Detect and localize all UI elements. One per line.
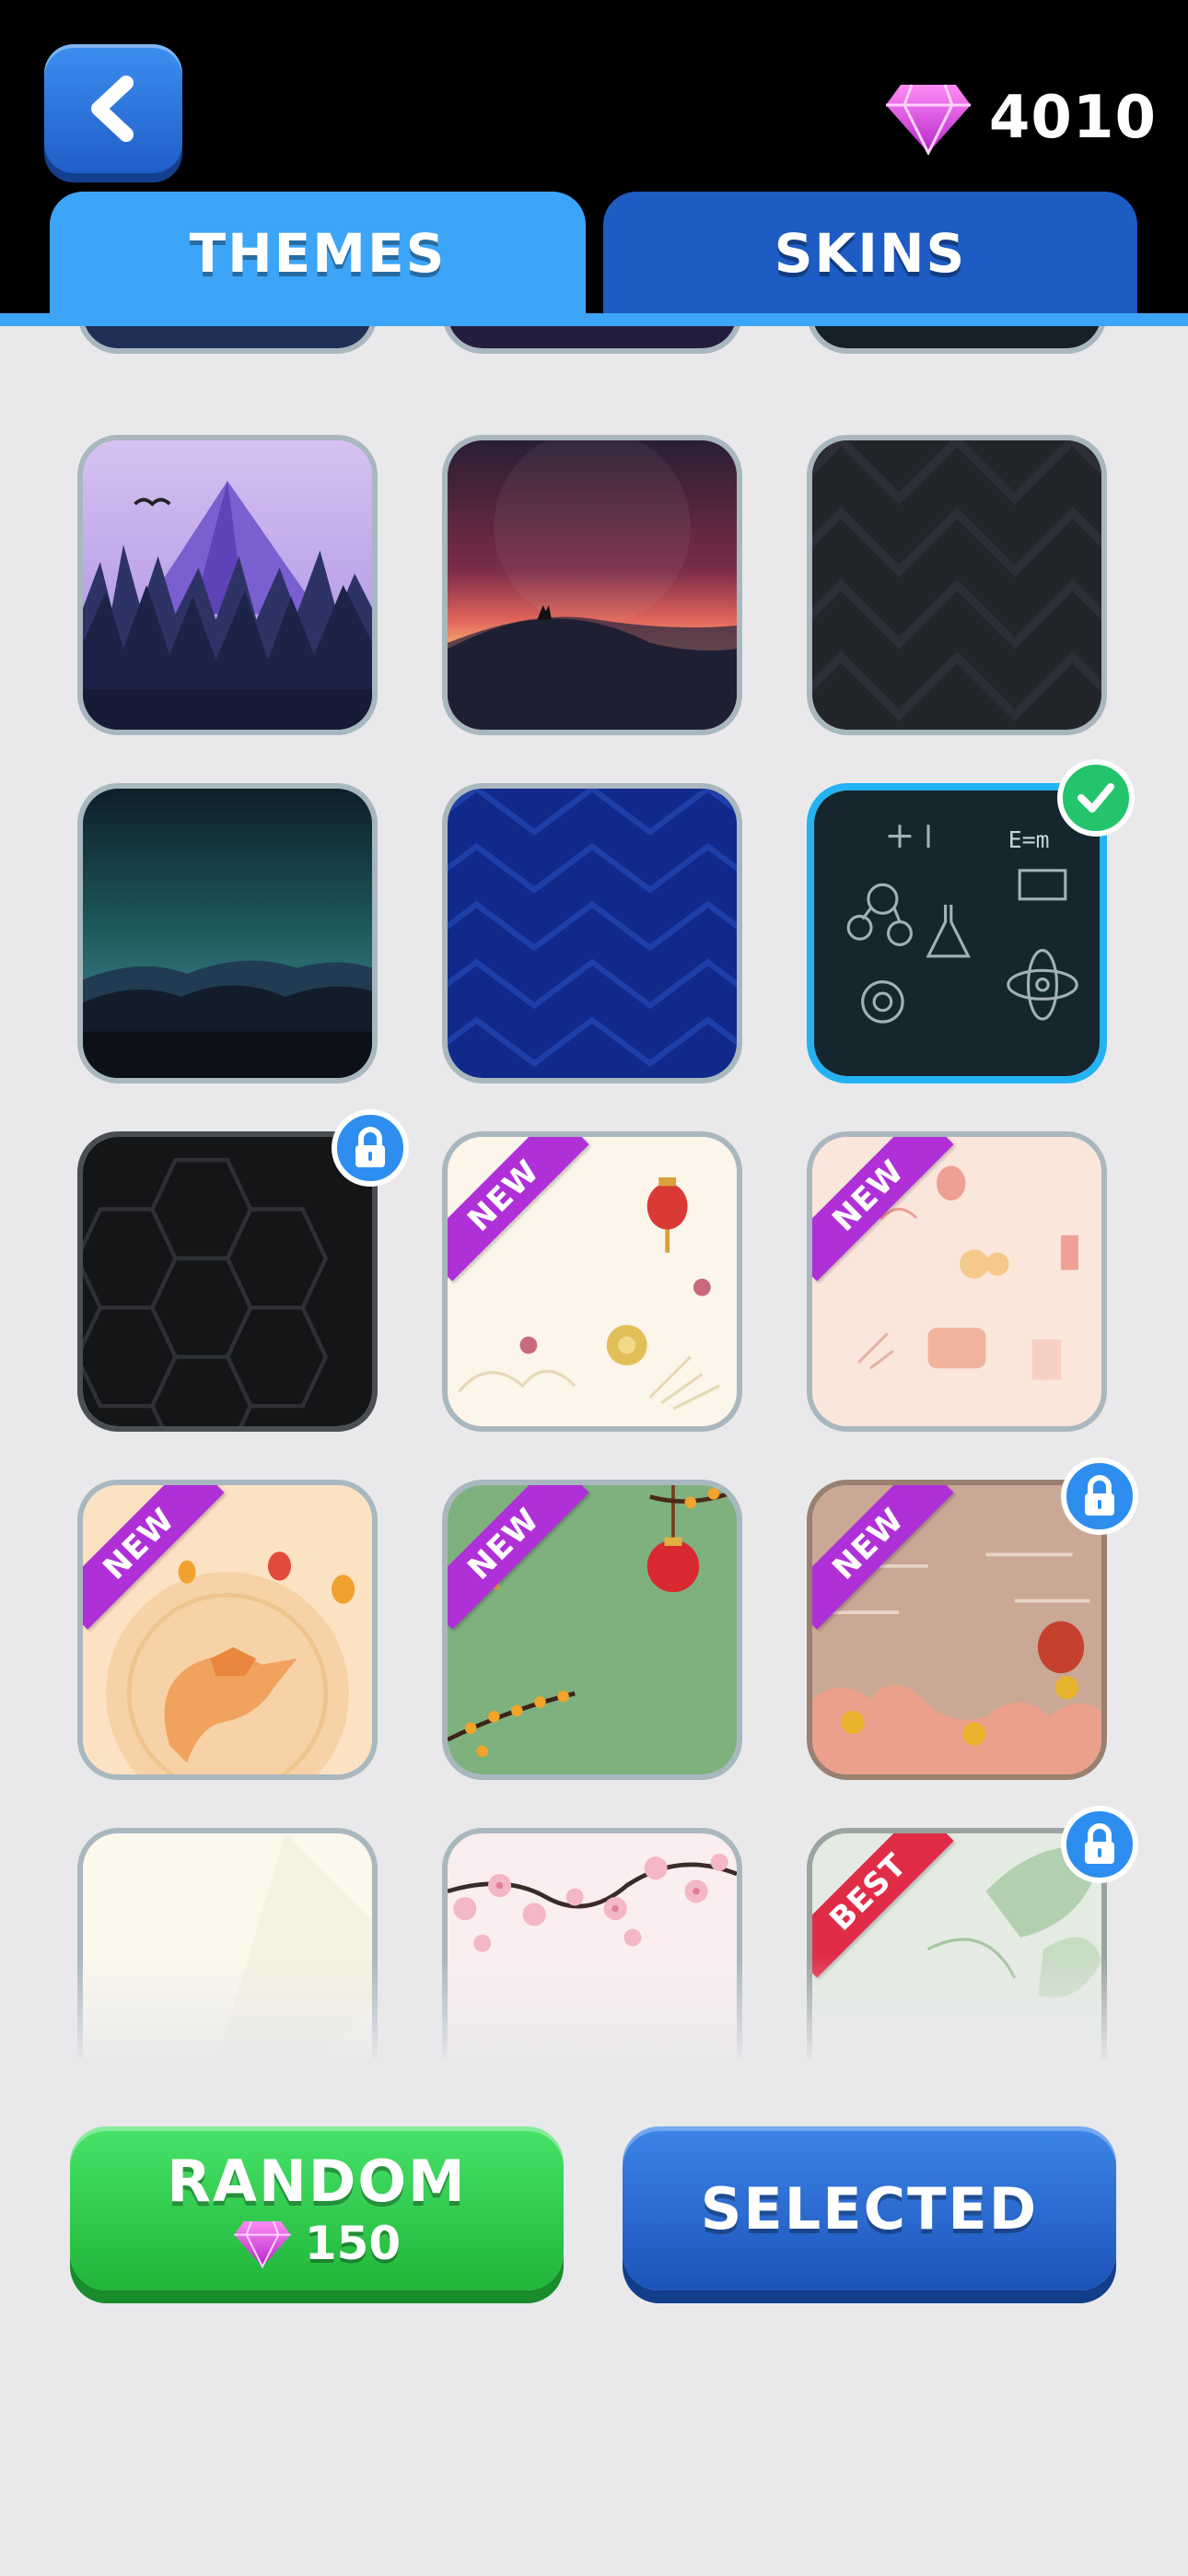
theme-tile-lunar-peach[interactable]: NEW	[807, 1131, 1107, 1432]
tab-skins[interactable]: SKINS	[603, 192, 1137, 315]
svg-text:E=m: E=m	[1008, 826, 1050, 853]
theme-tile-aurora[interactable]	[77, 783, 378, 1083]
lock-icon	[1085, 1823, 1114, 1864]
selected-label: SELECTED	[700, 2174, 1039, 2242]
selected-check-badge	[1057, 759, 1135, 837]
theme-grid: E=m NEW NEW NEW NEW NEW BEST	[0, 326, 1188, 2058]
lock-icon	[355, 1127, 385, 1167]
theme-tile-mountain-forest[interactable]	[77, 435, 378, 735]
random-price: 150	[233, 2217, 401, 2270]
theme-tile-blue-chevron[interactable]	[442, 783, 742, 1083]
theme-tile-green-blossom[interactable]: NEW	[442, 1480, 742, 1780]
gem-icon	[234, 2220, 291, 2268]
tab-underline	[0, 313, 1188, 326]
random-label: RANDOM	[167, 2147, 467, 2215]
tab-themes[interactable]: THEMES	[50, 192, 586, 315]
theme-tile-partial[interactable]	[807, 326, 1107, 354]
theme-tile-dark-chevron[interactable]	[807, 435, 1107, 735]
chevron-left-icon	[91, 76, 134, 142]
lock-icon	[1085, 1475, 1114, 1516]
scroll-fade	[0, 1957, 1188, 2058]
gem-counter: 4010	[884, 81, 1157, 155]
theme-tile-dragon[interactable]: NEW	[77, 1480, 378, 1780]
lock-badge	[1061, 1806, 1138, 1883]
random-button[interactable]: RANDOM 150	[70, 2126, 564, 2290]
theme-tile-red-clouds[interactable]: NEW	[807, 1480, 1107, 1780]
theme-tile-lunar-cream[interactable]: NEW	[442, 1131, 742, 1432]
selected-button[interactable]: SELECTED	[623, 2126, 1116, 2290]
back-button[interactable]	[44, 44, 182, 173]
lock-badge	[1061, 1458, 1138, 1535]
theme-tile-dark-hexagon[interactable]	[77, 1131, 378, 1432]
gem-count: 4010	[988, 84, 1157, 152]
top-bar: 4010 THEMES SKINS	[0, 0, 1188, 315]
theme-tile-wolf-sunset[interactable]	[442, 435, 742, 735]
gem-icon	[885, 84, 971, 155]
theme-tile-partial[interactable]	[442, 326, 742, 354]
theme-tile-partial[interactable]	[77, 326, 378, 354]
random-price-value: 150	[304, 2216, 402, 2270]
lock-badge	[332, 1109, 409, 1187]
theme-tile-science-chalkboard[interactable]: E=m	[807, 783, 1107, 1083]
checkmark-icon	[1077, 783, 1114, 813]
